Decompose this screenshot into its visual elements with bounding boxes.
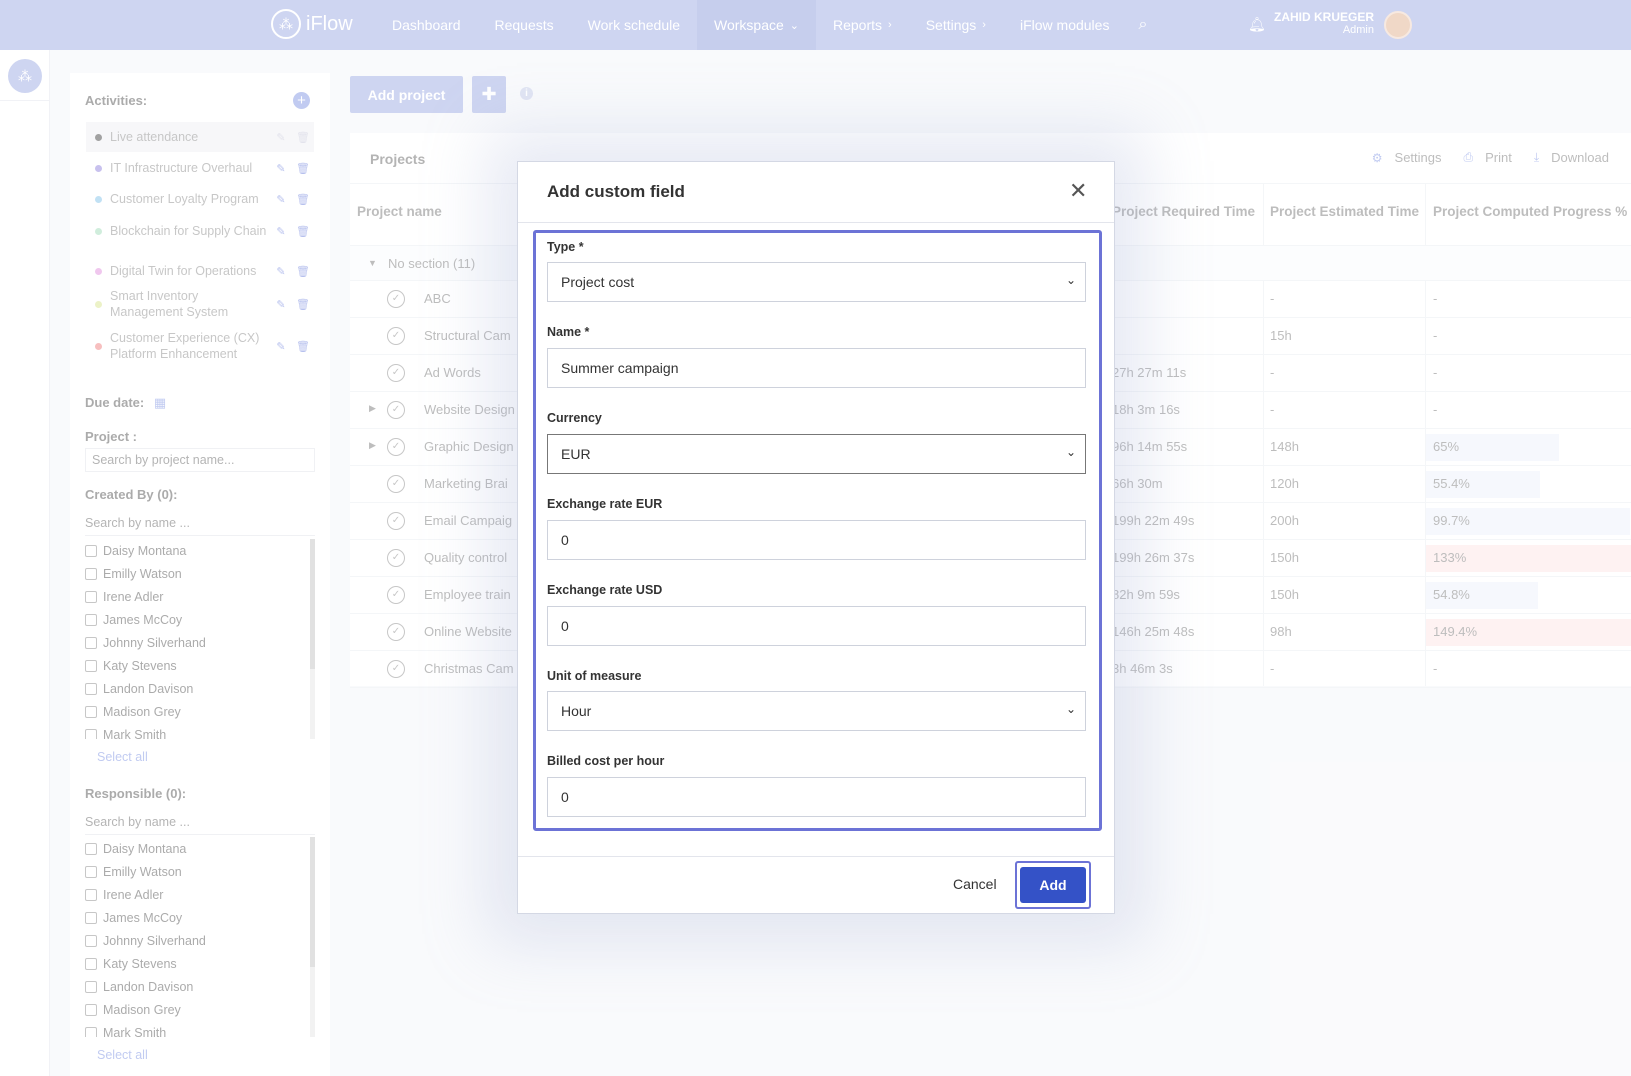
modal-divider — [518, 222, 1114, 223]
cancel-button[interactable]: Cancel — [953, 876, 997, 892]
exchange-rate-usd-input[interactable]: 0 — [547, 606, 1086, 646]
type-select[interactable]: Project cost ⌄ — [547, 262, 1086, 302]
name-label: Name * — [547, 325, 590, 339]
billed-cost-input[interactable]: 0 — [547, 777, 1086, 817]
name-input[interactable]: Summer campaign — [547, 348, 1086, 388]
add-button-focus-ring: Add — [1015, 861, 1091, 909]
modal-divider — [518, 856, 1114, 857]
exchange-rate-usd-label: Exchange rate USD — [547, 583, 663, 597]
exchange-rate-eur-input[interactable]: 0 — [547, 520, 1086, 560]
modal-title: Add custom field — [547, 182, 685, 201]
exchange-rate-eur-label: Exchange rate EUR — [547, 497, 663, 511]
chevron-down-icon: ⌄ — [1065, 445, 1076, 459]
add-button[interactable]: Add — [1020, 867, 1086, 903]
chevron-down-icon: ⌄ — [1065, 702, 1076, 716]
type-label: Type * — [547, 240, 584, 254]
billed-cost-label: Billed cost per hour — [547, 754, 665, 768]
unit-of-measure-select[interactable]: Hour ⌄ — [547, 691, 1086, 731]
add-custom-field-modal: Add custom field ✕ Type * Project cost ⌄ … — [517, 161, 1115, 914]
unit-of-measure-label: Unit of measure — [547, 669, 642, 683]
close-icon[interactable]: ✕ — [1069, 178, 1087, 204]
currency-select[interactable]: EUR ⌄ — [547, 434, 1086, 474]
currency-label: Currency — [547, 411, 602, 425]
chevron-down-icon: ⌄ — [1065, 273, 1076, 287]
